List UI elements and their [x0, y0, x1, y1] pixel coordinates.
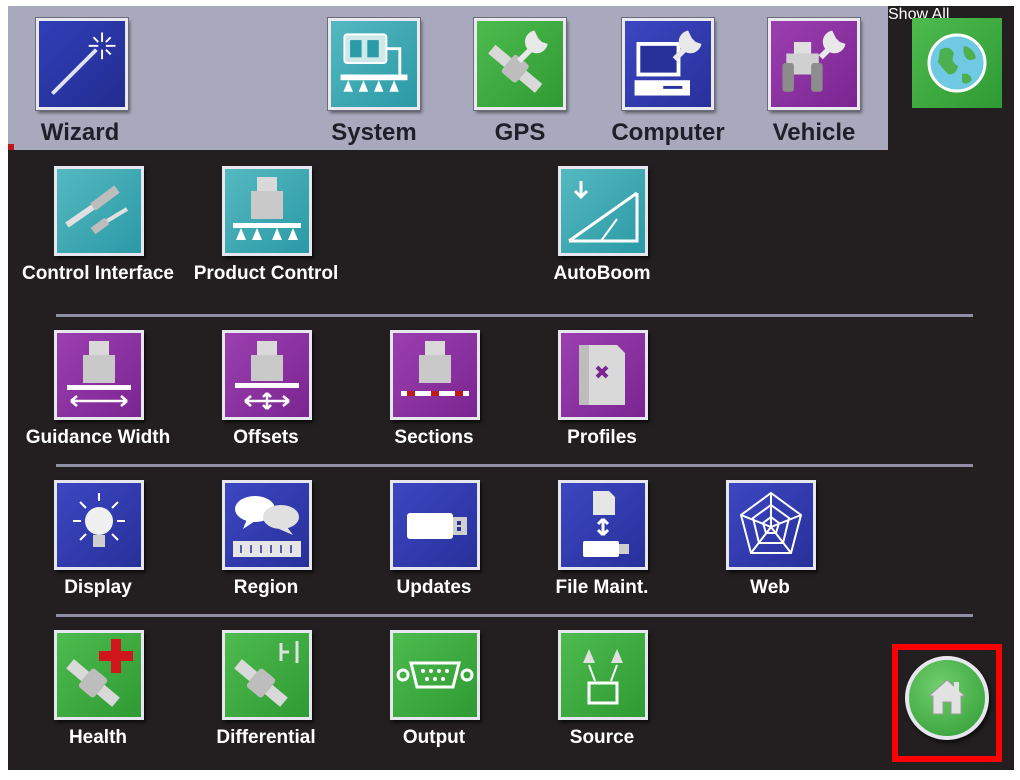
- offsets-icon: [222, 330, 312, 420]
- offsets-button[interactable]: Offsets: [186, 330, 346, 480]
- output-button[interactable]: Output: [354, 630, 514, 780]
- row-divider: [56, 464, 973, 467]
- source-label: Source: [569, 727, 635, 748]
- profile-card-icon: [558, 330, 648, 420]
- product-control-button[interactable]: Product Control: [186, 166, 346, 316]
- source-button[interactable]: Source: [522, 630, 682, 780]
- sections-button[interactable]: Sections: [354, 330, 514, 480]
- sprayer-icon: [328, 18, 420, 110]
- antenna-source-icon: [558, 630, 648, 720]
- show-all-button[interactable]: Show All: [888, 6, 1014, 150]
- vehicle-button[interactable]: Vehicle: [766, 6, 862, 150]
- speech-bubbles-icon: [222, 480, 312, 570]
- globe-icon: [912, 18, 1002, 108]
- light-bulb-icon: [54, 480, 144, 570]
- usb-drive-icon: [390, 480, 480, 570]
- health-button[interactable]: Health: [18, 630, 178, 780]
- magic-wand-icon: [36, 18, 128, 110]
- home-icon: [925, 674, 969, 718]
- differential-button[interactable]: Differential: [186, 630, 346, 780]
- wizard-button[interactable]: Wizard: [32, 6, 128, 150]
- autoboom-button[interactable]: AutoBoom: [522, 166, 682, 316]
- system-label: System: [331, 119, 417, 146]
- sprayer-boom-icon: [222, 166, 312, 256]
- updates-button[interactable]: Updates: [354, 480, 514, 630]
- product-control-label: Product Control: [193, 263, 339, 284]
- category-toolbar: Wizard System GPS Computer Vehicle Show …: [8, 6, 1014, 153]
- spider-web-icon: [726, 480, 816, 570]
- display-button[interactable]: Display: [18, 480, 178, 630]
- row-divider: [56, 314, 973, 317]
- cable-plug-icon: [54, 166, 144, 256]
- satellite-wrench-icon: [474, 18, 566, 110]
- file-maint-button[interactable]: File Maint.: [522, 480, 682, 630]
- boom-height-icon: [558, 166, 648, 256]
- profiles-button[interactable]: Profiles: [522, 330, 682, 480]
- computer-button[interactable]: Computer: [611, 6, 725, 150]
- file-transfer-icon: [558, 480, 648, 570]
- tractor-wrench-icon: [768, 18, 860, 110]
- computer-wrench-icon: [622, 18, 714, 110]
- autoboom-label: AutoBoom: [553, 263, 651, 284]
- home-button[interactable]: [905, 656, 989, 740]
- guidance-width-icon: [54, 330, 144, 420]
- sections-icon: [390, 330, 480, 420]
- row-divider: [56, 614, 973, 617]
- region-button[interactable]: Region: [186, 480, 346, 630]
- main-screen: Wizard System GPS Computer Vehicle Show …: [8, 6, 1014, 770]
- system-button[interactable]: System: [326, 6, 422, 150]
- profiles-label: Profiles: [567, 427, 637, 448]
- computer-label: Computer: [611, 119, 725, 146]
- control-interface-button[interactable]: Control Interface: [18, 166, 178, 316]
- satellite-differential-icon: [222, 630, 312, 720]
- web-label: Web: [750, 577, 790, 598]
- wizard-label: Wizard: [40, 119, 120, 146]
- web-button[interactable]: Web: [690, 480, 850, 630]
- gps-button[interactable]: GPS: [472, 6, 568, 150]
- satellite-health-icon: [54, 630, 144, 720]
- guidance-width-button[interactable]: Guidance Width: [18, 330, 178, 480]
- serial-port-icon: [390, 630, 480, 720]
- gps-label: GPS: [494, 119, 546, 146]
- vehicle-label: Vehicle: [772, 119, 856, 146]
